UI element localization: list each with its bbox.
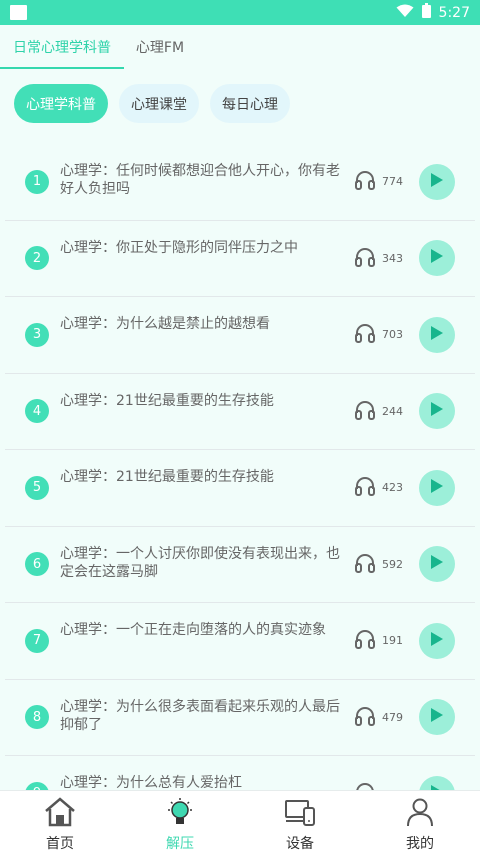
- top-tabs: 日常心理学科普 心理FM: [0, 25, 480, 69]
- notification-icon: [10, 5, 27, 20]
- play-count-value: 703: [382, 328, 403, 342]
- item-title: 心理学：一个正在走向堕落的人的真实迹象: [60, 622, 326, 638]
- item-title: 心理学：你正处于隐形的同伴压力之中: [60, 239, 298, 256]
- play-button[interactable]: [419, 393, 455, 430]
- nav-label: 我的: [406, 836, 434, 852]
- list-item[interactable]: 4 心理学：21世纪最重要的生存技能 244: [5, 374, 475, 450]
- list-item[interactable]: 6 心理学：一个人讨厌你即使没有表现出来，也定会在这露马脚 592: [5, 527, 475, 603]
- audio-list: 1 心理学：任何时候都想迎合他人开心，你有老好人负担吗 774 2 心理学：你正…: [5, 144, 475, 790]
- play-button[interactable]: [419, 469, 455, 506]
- play-icon: [430, 707, 444, 727]
- bottom-nav: 首页 解压 设备 我的: [0, 790, 480, 854]
- item-number-badge: 5: [25, 475, 49, 500]
- item-title: 心理学：为什么很多表面看起来乐观的人最后抑郁了: [60, 698, 340, 733]
- play-count: 703: [354, 323, 403, 346]
- item-title: 心理学：为什么越是禁止的越想看: [60, 316, 270, 332]
- play-button[interactable]: [419, 240, 455, 277]
- headphones-icon: [354, 782, 376, 790]
- play-count: 343: [354, 247, 403, 270]
- play-button[interactable]: [419, 699, 455, 736]
- person-icon: [404, 797, 436, 831]
- play-icon: [430, 248, 444, 268]
- play-button[interactable]: [419, 622, 455, 659]
- item-number-badge: 6: [25, 552, 49, 577]
- nav-me[interactable]: 我的: [360, 791, 480, 854]
- play-icon: [430, 478, 444, 498]
- play-count-value: 423: [382, 481, 403, 495]
- play-icon: [430, 401, 444, 421]
- status-bar: 5:27: [0, 0, 480, 25]
- play-count: 423: [354, 476, 403, 499]
- play-button[interactable]: [419, 775, 455, 790]
- tab-daily-psychology[interactable]: 日常心理学科普: [0, 25, 124, 69]
- headphones-icon: [354, 553, 376, 576]
- play-button[interactable]: [419, 546, 455, 583]
- category-chips: 心理学科普 心理课堂 每日心理: [14, 84, 290, 123]
- item-number-badge: 9: [25, 781, 49, 790]
- nav-label: 解压: [166, 836, 194, 852]
- play-count: 244: [354, 400, 403, 423]
- nav-relax[interactable]: 解压: [120, 791, 240, 854]
- play-count-value: 244: [382, 404, 403, 418]
- nav-label: 首页: [46, 836, 74, 852]
- item-number-badge: 3: [25, 322, 49, 347]
- play-icon: [430, 554, 444, 574]
- nav-label: 设备: [286, 836, 314, 852]
- list-item[interactable]: 2 心理学：你正处于隐形的同伴压力之中 343: [5, 221, 475, 297]
- item-number-badge: 4: [25, 399, 49, 424]
- headphones-icon: [354, 323, 376, 346]
- item-number-badge: 8: [25, 705, 49, 730]
- play-button[interactable]: [419, 163, 455, 200]
- item-title: 心理学：21世纪最重要的生存技能: [60, 392, 274, 409]
- lightbulb-icon: [164, 797, 196, 831]
- battery-icon: [421, 3, 431, 22]
- home-icon: [44, 797, 76, 831]
- wifi-icon: [396, 3, 414, 22]
- play-icon: [430, 325, 444, 345]
- play-count-value: 592: [382, 557, 403, 571]
- list-item[interactable]: 1 心理学：任何时候都想迎合他人开心，你有老好人负担吗 774: [5, 144, 475, 221]
- play-count: 592: [354, 553, 403, 576]
- item-title: 心理学：一个人讨厌你即使没有表现出来，也定会在这露马脚: [60, 545, 340, 580]
- item-number-badge: 1: [25, 169, 49, 194]
- list-item[interactable]: 9 心理学：为什么总有人爱抬杠: [5, 756, 475, 790]
- headphones-icon: [354, 629, 376, 652]
- headphones-icon: [354, 706, 376, 729]
- nav-home[interactable]: 首页: [0, 791, 120, 854]
- headphones-icon: [354, 170, 376, 193]
- clock: 5:27: [438, 4, 470, 21]
- item-number-badge: 2: [25, 246, 49, 271]
- play-count-value: 774: [382, 175, 403, 189]
- list-item[interactable]: 5 心理学：21世纪最重要的生存技能 423: [5, 450, 475, 527]
- nav-devices[interactable]: 设备: [240, 791, 360, 854]
- item-number-badge: 7: [25, 628, 49, 653]
- play-count: 479: [354, 706, 403, 729]
- devices-icon: [284, 797, 316, 831]
- play-count-value: 479: [382, 710, 403, 724]
- headphones-icon: [354, 476, 376, 499]
- headphones-icon: [354, 247, 376, 270]
- play-icon: [430, 172, 444, 192]
- tab-psychology-fm[interactable]: 心理FM: [124, 25, 196, 69]
- list-item[interactable]: 3 心理学：为什么越是禁止的越想看 703: [5, 297, 475, 374]
- play-icon: [430, 631, 444, 651]
- item-title: 心理学：任何时候都想迎合他人开心，你有老好人负担吗: [60, 163, 340, 197]
- list-item[interactable]: 8 心理学：为什么很多表面看起来乐观的人最后抑郁了 479: [5, 680, 475, 756]
- play-count: 774: [354, 170, 403, 193]
- play-button[interactable]: [419, 316, 455, 353]
- chip-psychology-science[interactable]: 心理学科普: [14, 84, 108, 123]
- item-title: 心理学：21世纪最重要的生存技能: [60, 469, 274, 485]
- play-count-value: 191: [382, 634, 403, 648]
- chip-psychology-class[interactable]: 心理课堂: [119, 84, 199, 123]
- play-count: 191: [354, 629, 403, 652]
- item-title: 心理学：为什么总有人爱抬杠: [60, 775, 242, 790]
- headphones-icon: [354, 400, 376, 423]
- play-count: [354, 782, 382, 790]
- list-item[interactable]: 7 心理学：一个正在走向堕落的人的真实迹象 191: [5, 603, 475, 680]
- chip-daily-psychology[interactable]: 每日心理: [210, 84, 290, 123]
- play-count-value: 343: [382, 251, 403, 265]
